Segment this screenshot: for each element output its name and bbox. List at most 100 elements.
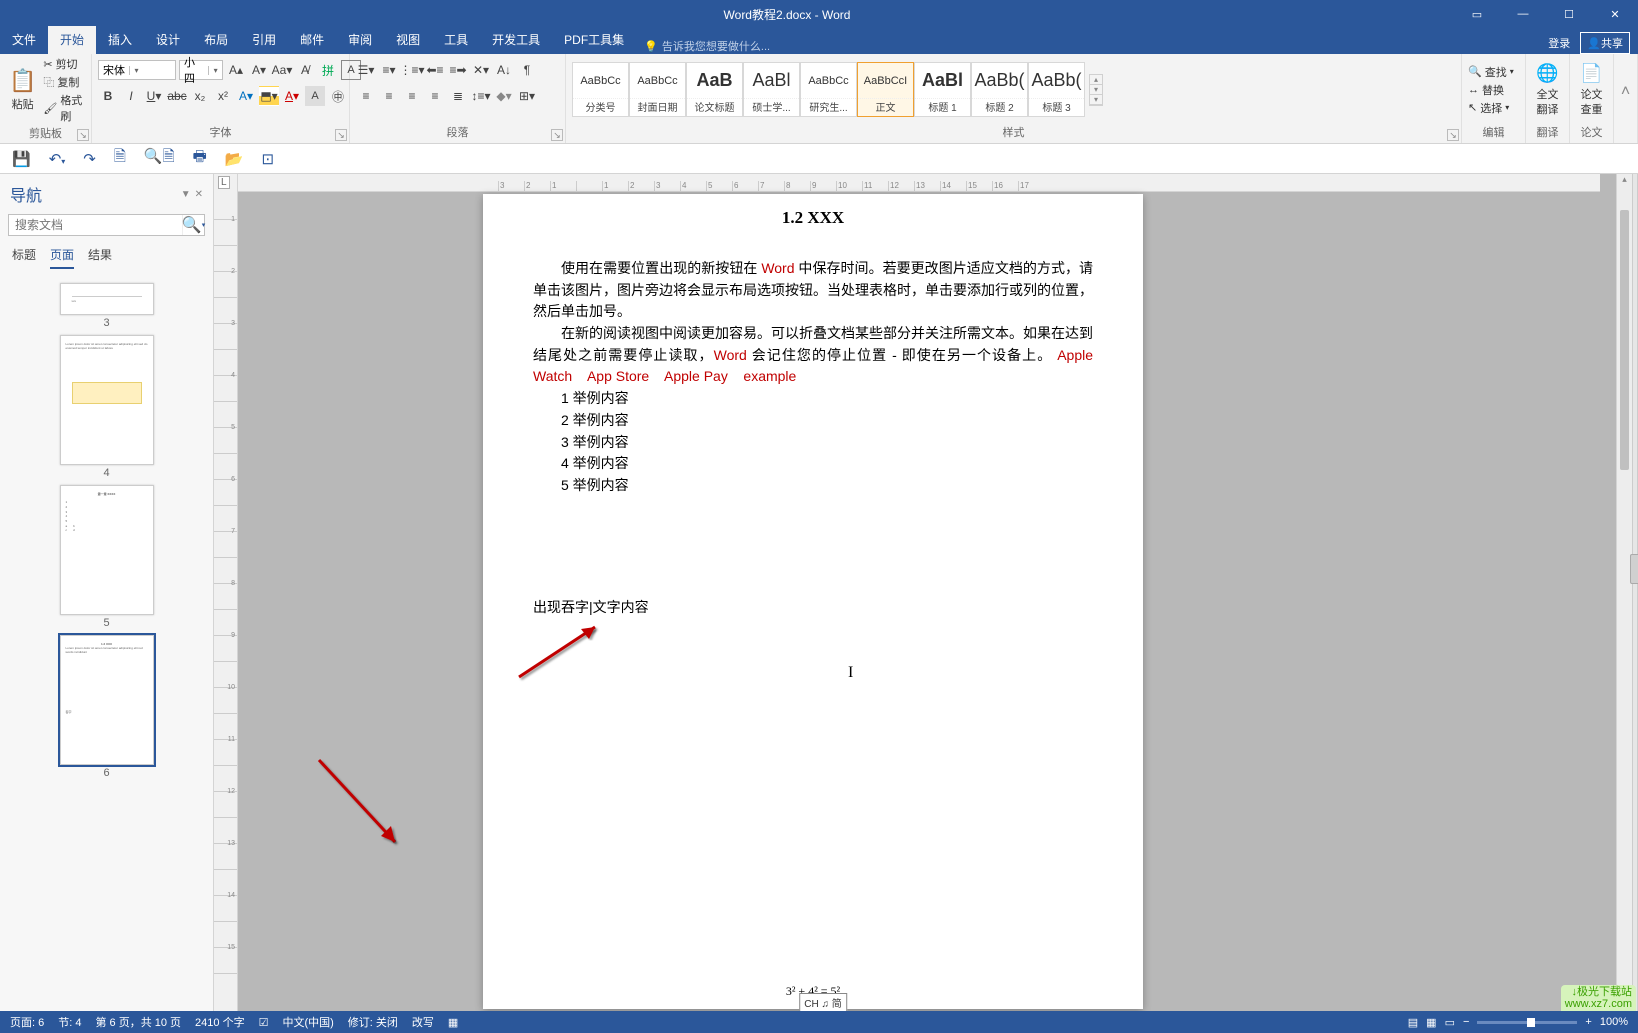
grow-font-button[interactable]: A▴ xyxy=(226,60,246,80)
tab-mailings[interactable]: 邮件 xyxy=(288,26,336,54)
change-case-button[interactable]: Aa▾ xyxy=(272,60,292,80)
underline-button[interactable]: U▾ xyxy=(144,86,164,106)
customise-icon[interactable]: ⊡ xyxy=(262,150,275,168)
strike-button[interactable]: abc xyxy=(167,86,187,106)
style-item[interactable]: AaB论文标题 xyxy=(686,62,743,117)
font-color-button[interactable]: A▾ xyxy=(282,86,302,106)
tab-insert[interactable]: 插入 xyxy=(96,26,144,54)
show-marks-button[interactable]: ¶ xyxy=(517,60,537,80)
shrink-font-button[interactable]: A▾ xyxy=(249,60,269,80)
superscript-button[interactable]: x² xyxy=(213,86,233,106)
status-section[interactable]: 节: 4 xyxy=(58,1014,81,1030)
zoom-out-icon[interactable]: − xyxy=(1463,1016,1469,1028)
style-item[interactable]: AaBb(标题 2 xyxy=(971,62,1028,117)
copy-button[interactable]: ⿻复制 xyxy=(43,74,85,90)
page-thumbnail[interactable]: 第一章 XXXX 12345 ab cd xyxy=(60,485,154,615)
style-scroll[interactable]: ▴▾▾ xyxy=(1089,74,1103,106)
align-center-button[interactable]: ≡ xyxy=(379,86,399,106)
align-right-button[interactable]: ≡ xyxy=(402,86,422,106)
styles-launcher-icon[interactable]: ↘ xyxy=(1447,129,1459,141)
style-item[interactable]: AaBbCcI正文 xyxy=(857,62,914,117)
tab-references[interactable]: 引用 xyxy=(240,26,288,54)
close-icon[interactable]: ✕ xyxy=(195,189,203,200)
paper-check-button[interactable]: 📄 论文 查重 xyxy=(1576,63,1607,117)
search-icon[interactable]: 🔍▾ xyxy=(182,215,204,235)
maximize-icon[interactable]: ☐ xyxy=(1546,0,1592,28)
distribute-button[interactable]: ≣ xyxy=(448,86,468,106)
bullets-button[interactable]: ☰▾ xyxy=(356,60,376,80)
print-preview-icon[interactable]: 🔍🗎 xyxy=(144,146,175,171)
tell-me[interactable]: 💡 告诉我您想要做什么... xyxy=(636,38,778,54)
font-size-combo[interactable]: 小四▾ xyxy=(179,60,223,80)
status-macro-icon[interactable]: ▦ xyxy=(448,1016,458,1029)
view-read-icon[interactable]: ▤ xyxy=(1408,1016,1418,1029)
highlight-button[interactable]: ⬒▾ xyxy=(259,86,279,106)
char-shading-button[interactable]: A xyxy=(305,86,325,106)
tab-selector-icon[interactable]: L xyxy=(218,176,230,189)
collapse-ribbon-icon[interactable]: ˄ xyxy=(1620,83,1631,101)
vertical-scrollbar[interactable]: ▴ ▾ xyxy=(1616,174,1632,1011)
shading-button[interactable]: ◆▾ xyxy=(494,86,514,106)
translate-button[interactable]: 🌐 全文 翻译 xyxy=(1532,63,1563,117)
nav-search-input[interactable] xyxy=(9,215,182,235)
chevron-down-icon[interactable]: ▾ xyxy=(1090,85,1102,95)
ribbon-options-icon[interactable]: ▭ xyxy=(1454,0,1500,28)
chevron-up-icon[interactable]: ▴ xyxy=(1617,174,1632,190)
tab-developer[interactable]: 开发工具 xyxy=(480,26,552,54)
chevron-down-icon[interactable]: ▼ xyxy=(181,189,191,200)
status-language[interactable]: 中文(中国) xyxy=(282,1014,333,1030)
chevron-down-icon[interactable]: ▾ xyxy=(1617,995,1632,1011)
tab-layout[interactable]: 布局 xyxy=(192,26,240,54)
status-spell-icon[interactable]: ☑ xyxy=(259,1016,269,1029)
view-web-icon[interactable]: ▭ xyxy=(1445,1016,1455,1029)
more-icon[interactable]: ▾ xyxy=(1090,95,1102,105)
style-item[interactable]: AaBl标题 1 xyxy=(914,62,971,117)
multilevel-button[interactable]: ⋮≡▾ xyxy=(402,60,422,80)
document-area[interactable]: 3211234567891011121314151617 1.2 XXX 使用在… xyxy=(238,174,1616,1011)
style-item[interactable]: AaBbCc研究生... xyxy=(800,62,857,117)
justify-button[interactable]: ≡ xyxy=(425,86,445,106)
italic-button[interactable]: I xyxy=(121,86,141,106)
nav-tab-pages[interactable]: 页面 xyxy=(50,246,74,269)
font-family-combo[interactable]: 宋体▾ xyxy=(98,60,176,80)
style-item[interactable]: AaBbCc封面日期 xyxy=(629,62,686,117)
nav-tab-results[interactable]: 结果 xyxy=(88,246,112,269)
status-overtype[interactable]: 改写 xyxy=(412,1014,434,1030)
replace-button[interactable]: ↔替换 xyxy=(1468,82,1514,98)
tab-home[interactable]: 开始 xyxy=(48,26,96,54)
para-launcher-icon[interactable]: ↘ xyxy=(551,129,563,141)
tab-pdf[interactable]: PDF工具集 xyxy=(552,26,636,54)
open-icon[interactable]: 📂 xyxy=(225,150,244,168)
share-button[interactable]: 👤共享 xyxy=(1580,32,1630,54)
style-item[interactable]: AaBl硕士学... xyxy=(743,62,800,117)
minimize-icon[interactable]: ― xyxy=(1500,0,1546,28)
nav-tab-headings[interactable]: 标题 xyxy=(12,246,36,269)
close-icon[interactable]: ✕ xyxy=(1592,0,1638,28)
redo-icon[interactable]: ↷ xyxy=(83,150,96,168)
zoom-value[interactable]: 100% xyxy=(1600,1016,1628,1028)
print-icon[interactable]: 🖶 xyxy=(193,146,207,171)
format-painter-button[interactable]: 🖌格式刷 xyxy=(43,92,85,124)
status-page[interactable]: 页面: 6 xyxy=(10,1014,44,1030)
numbering-button[interactable]: ≡▾ xyxy=(379,60,399,80)
tab-design[interactable]: 设计 xyxy=(144,26,192,54)
tab-file[interactable]: 文件 xyxy=(0,26,48,54)
new-icon[interactable]: 🗎 xyxy=(114,146,126,171)
asian-layout-button[interactable]: ✕▾ xyxy=(471,60,491,80)
text-effects-button[interactable]: A▾ xyxy=(236,86,256,106)
document-page[interactable]: 1.2 XXX 使用在需要位置出现的新按钮在 Word 中保存时间。若要更改图片… xyxy=(483,194,1143,1009)
paste-button[interactable]: 📋 粘贴 xyxy=(6,68,39,112)
increase-indent-button[interactable]: ≡➡ xyxy=(448,60,468,80)
page-thumbnail[interactable]: Lorem ipsum dolor sit amet consectetur a… xyxy=(60,335,154,465)
page-thumbnail[interactable]: xxx xyxy=(60,283,154,315)
login-button[interactable]: 登录 xyxy=(1542,33,1576,53)
phonetic-guide-button[interactable]: 拼 xyxy=(318,60,338,80)
undo-icon[interactable]: ↶▾ xyxy=(49,150,66,168)
view-print-icon[interactable]: ▦ xyxy=(1426,1016,1436,1029)
font-launcher-icon[interactable]: ↘ xyxy=(335,129,347,141)
borders-button[interactable]: ⊞▾ xyxy=(517,86,537,106)
cut-button[interactable]: ✂剪切 xyxy=(43,56,85,72)
sort-button[interactable]: A↓ xyxy=(494,60,514,80)
save-icon[interactable]: 💾 xyxy=(12,150,31,168)
zoom-slider[interactable] xyxy=(1477,1021,1577,1024)
